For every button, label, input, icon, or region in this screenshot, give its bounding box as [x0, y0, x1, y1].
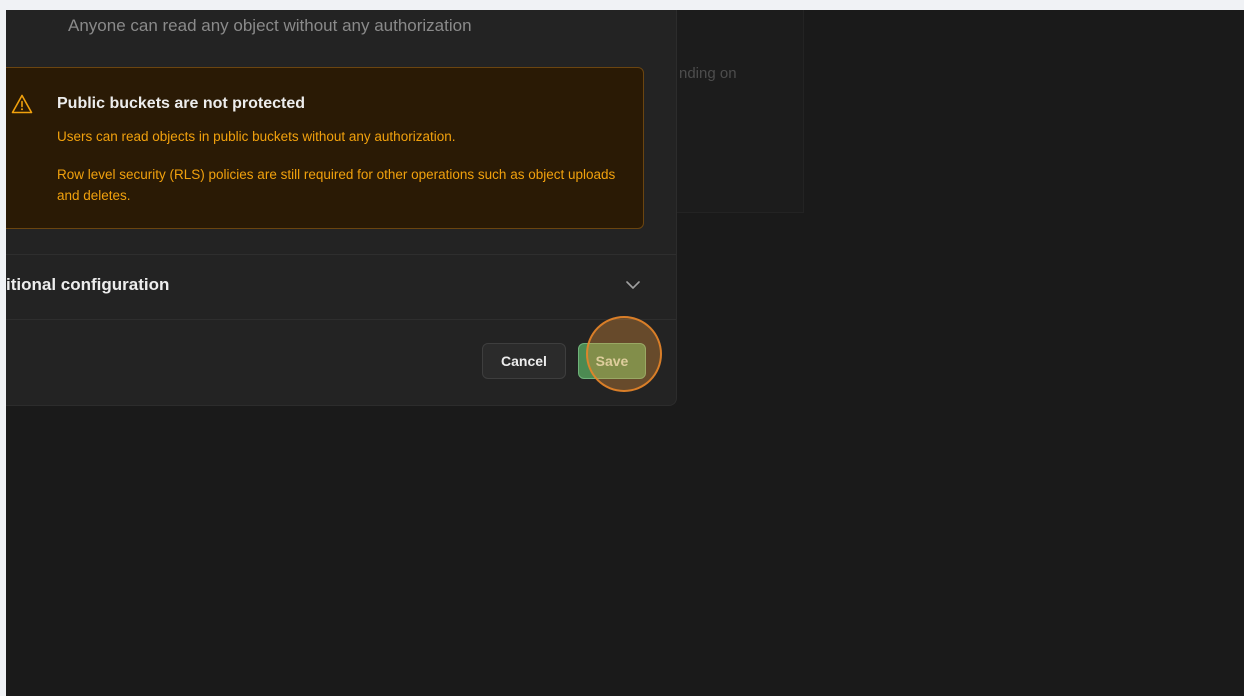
bucket-settings-modal: Anyone can read any object without any a…	[6, 10, 677, 406]
background-text: nding on	[679, 65, 737, 82]
cancel-button[interactable]: Cancel	[482, 343, 566, 379]
additional-configuration-toggle[interactable]: itional configuration	[6, 275, 169, 295]
app-viewport: nding on Anyone can read any object with…	[6, 10, 1244, 696]
save-button[interactable]: Save	[578, 343, 646, 379]
chevron-down-icon[interactable]	[624, 278, 642, 292]
background-card	[676, 10, 804, 213]
alert-rls-note: Row level security (RLS) policies are st…	[57, 167, 616, 203]
divider	[6, 254, 676, 255]
warning-triangle-icon	[11, 94, 33, 114]
divider	[6, 319, 676, 320]
public-bucket-description: Anyone can read any object without any a…	[68, 16, 472, 35]
alert-description: Users can read objects in public buckets…	[57, 129, 456, 144]
alert-title: Public buckets are not protected	[57, 95, 306, 112]
public-bucket-warning-alert: Public buckets are not protected Users c…	[6, 67, 644, 229]
